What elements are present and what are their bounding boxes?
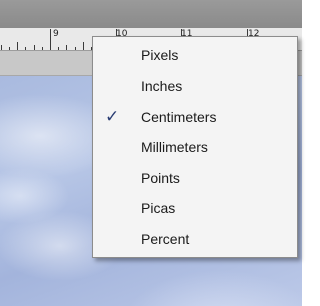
ruler-tick bbox=[74, 47, 76, 50]
menu-item-picas[interactable]: Picas bbox=[93, 194, 297, 224]
menu-item-label: Millimeters bbox=[141, 139, 208, 155]
menu-item-label: Picas bbox=[141, 200, 176, 216]
menu-item-label: Inches bbox=[141, 78, 183, 94]
ruler-tick bbox=[82, 42, 84, 50]
menu-item-inches[interactable]: Inches bbox=[93, 72, 297, 102]
ruler-tick bbox=[41, 47, 43, 50]
menu-item-label: Points bbox=[141, 170, 180, 186]
menu-item-label: Centimeters bbox=[141, 109, 217, 125]
ruler-tick bbox=[58, 47, 60, 50]
ruler-tick bbox=[0, 45, 2, 50]
units-context-menu: Pixels Inches ✓ Centimeters Millimeters … bbox=[92, 36, 298, 258]
menu-item-millimeters[interactable]: Millimeters bbox=[93, 133, 297, 163]
menu-item-pixels[interactable]: Pixels bbox=[93, 41, 297, 71]
ruler-tick bbox=[17, 42, 19, 50]
window-title-bar bbox=[0, 0, 302, 28]
ruler-tick bbox=[9, 47, 11, 50]
checkmark-icon: ✓ bbox=[105, 107, 120, 127]
ruler-number-9: 9 bbox=[53, 29, 59, 39]
menu-item-label: Pixels bbox=[141, 47, 179, 63]
menu-item-percent[interactable]: Percent bbox=[93, 225, 297, 255]
ruler-tick bbox=[33, 45, 35, 50]
menu-item-label: Percent bbox=[141, 231, 190, 247]
ruler-tick bbox=[25, 47, 27, 50]
menu-item-centimeters[interactable]: ✓ Centimeters bbox=[93, 103, 297, 133]
ruler-tick bbox=[50, 29, 51, 50]
ruler-tick bbox=[66, 45, 68, 50]
menu-item-points[interactable]: Points bbox=[93, 164, 297, 194]
